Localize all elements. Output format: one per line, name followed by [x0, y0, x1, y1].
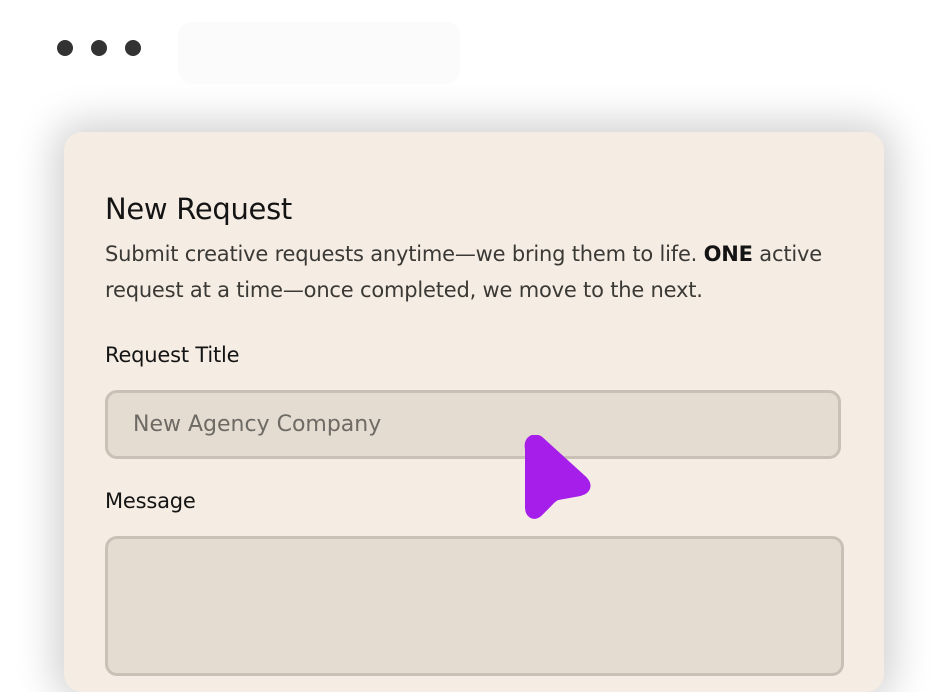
form-title: New Request: [105, 192, 292, 226]
message-textarea[interactable]: [105, 536, 844, 676]
window-controls: [57, 40, 141, 56]
message-label: Message: [105, 489, 196, 513]
window-dot-icon[interactable]: [57, 40, 73, 56]
description-emphasis: ONE: [703, 242, 753, 266]
form-description: Submit creative requests anytime—we brin…: [105, 236, 835, 308]
description-text: Submit creative requests anytime—we brin…: [105, 242, 704, 266]
request-title-field[interactable]: [105, 390, 841, 459]
new-request-card: New Request Submit creative requests any…: [64, 132, 884, 692]
window-dot-icon[interactable]: [125, 40, 141, 56]
pointer-cursor-icon: [524, 435, 591, 519]
window-dot-icon[interactable]: [91, 40, 107, 56]
request-title-label: Request Title: [105, 343, 240, 367]
request-title-input[interactable]: [108, 393, 838, 456]
address-bar[interactable]: [178, 22, 460, 84]
